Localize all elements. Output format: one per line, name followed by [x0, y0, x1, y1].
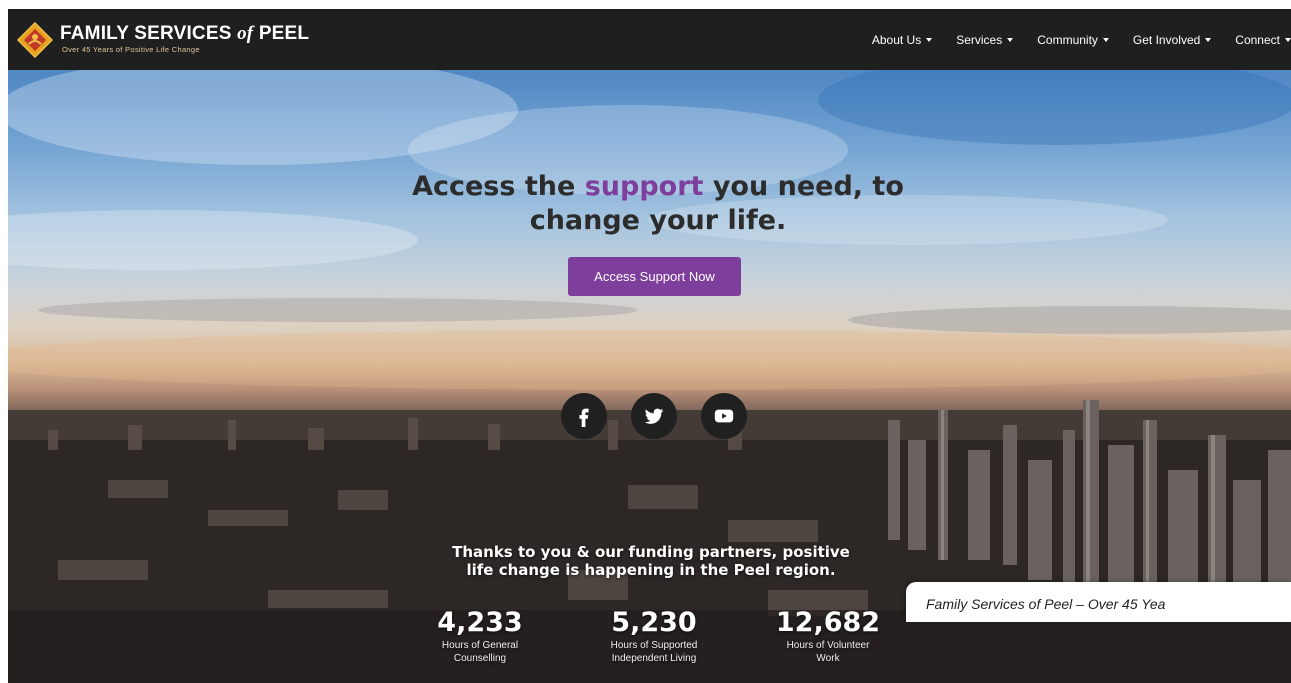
facebook-link[interactable] — [561, 393, 607, 439]
facebook-icon — [579, 408, 589, 427]
nav-item-get-involved[interactable]: Get Involved — [1133, 33, 1212, 47]
brand-logo[interactable]: FAMILY SERVICES of PEEL Over 45 Years of… — [17, 18, 310, 62]
nav-item-community[interactable]: Community — [1037, 33, 1109, 47]
stat-label: Hours of Volunteer Work — [786, 640, 870, 664]
stat-value: 5,230 — [611, 607, 697, 638]
caret-down-icon — [926, 37, 933, 42]
stat-label: Hours of Supported Independent Living — [610, 640, 698, 664]
nav-item-about-us[interactable]: About Us — [872, 33, 933, 47]
access-support-button[interactable]: Access Support Now — [568, 257, 741, 296]
hero-headline: Access the support you need, to change y… — [412, 171, 904, 236]
brand-title: FAMILY SERVICES of PEEL — [60, 23, 310, 44]
brand-tagline: Over 45 Years of Positive Life Change — [62, 45, 200, 54]
stat-label: Hours of General Counselling — [441, 640, 519, 664]
youtube-icon — [714, 409, 734, 423]
youtube-link[interactable] — [701, 393, 747, 439]
navbar: FAMILY SERVICES of PEEL Over 45 Years of… — [8, 9, 1291, 70]
impact-message: Thanks to you & our funding partners, po… — [452, 543, 850, 579]
stat-value: 12,682 — [775, 607, 881, 638]
caret-down-icon — [1007, 37, 1014, 42]
twitter-icon — [644, 408, 664, 424]
footer-banner-text: Family Services of Peel – Over 45 Yea — [926, 596, 1166, 612]
headline-accent: support — [584, 171, 704, 202]
stat-value: 4,233 — [437, 607, 523, 638]
stat-general-counselling: 4,233 Hours of General Counselling — [410, 607, 550, 665]
social-links — [561, 393, 751, 443]
twitter-link[interactable] — [631, 393, 677, 439]
logo-diamond-icon — [17, 22, 53, 58]
nav-item-services[interactable]: Services — [956, 33, 1014, 47]
stat-supported-living: 5,230 Hours of Supported Independent Livi… — [584, 607, 724, 665]
main-nav: About Us Services Community Get Involved… — [848, 9, 1291, 70]
stat-volunteer-work: 12,682 Hours of Volunteer Work — [758, 607, 898, 665]
caret-down-icon — [1285, 37, 1291, 42]
caret-down-icon — [1102, 37, 1109, 42]
caret-down-icon — [1205, 37, 1212, 42]
footer-banner[interactable]: Family Services of Peel – Over 45 Yea — [906, 582, 1291, 622]
nav-item-connect[interactable]: Connect — [1235, 33, 1291, 47]
